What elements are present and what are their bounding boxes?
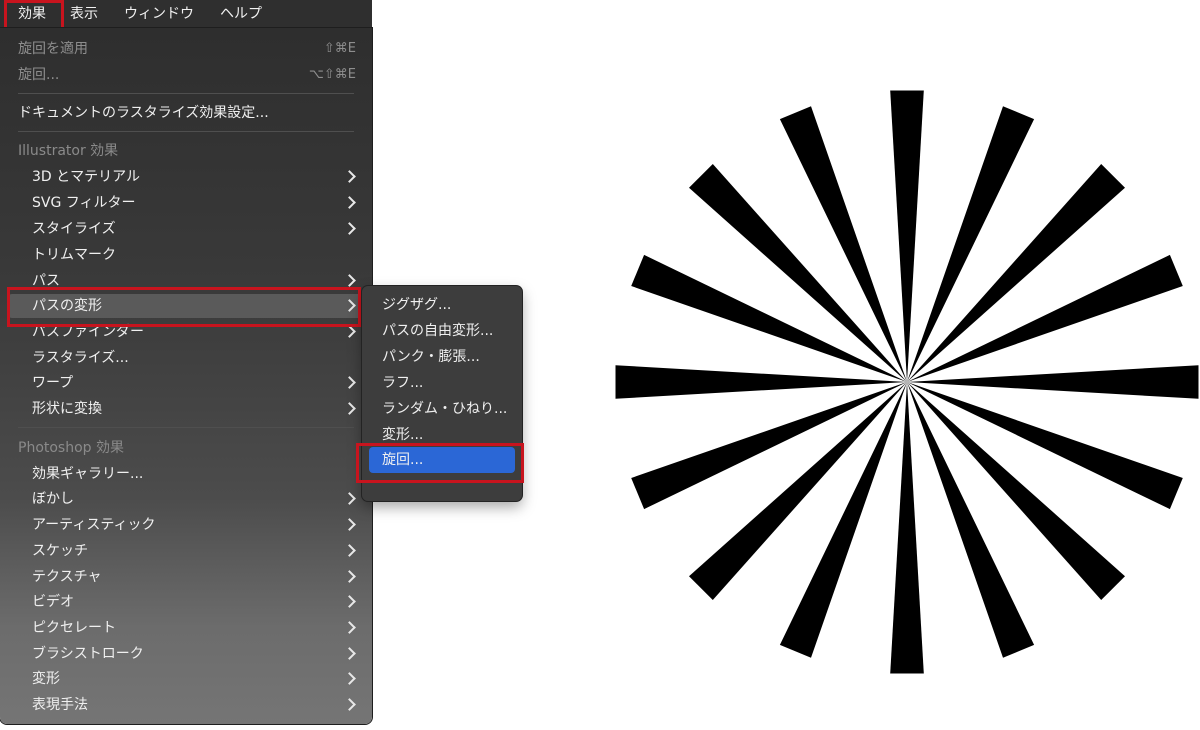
submenu-item-label: ランダム・ひねり... [382,401,508,417]
chevron-right-icon [343,595,356,608]
menubar-help[interactable]: ヘルプ [212,0,270,28]
menu-item-video[interactable]: ビデオ [0,589,372,615]
submenu-item-tweak[interactable]: ランダム・ひねり... [362,396,522,422]
menu-item-pixelate[interactable]: ピクセレート [0,615,372,641]
starburst-ray [907,382,1125,600]
chevron-right-icon [343,621,356,634]
menu-item-label: 表現手法 [32,697,88,713]
menubar-view[interactable]: 表示 [62,0,106,28]
chevron-right-icon [343,672,356,685]
menu-item-distort[interactable]: 変形 [0,666,372,692]
chevron-right-icon [343,170,356,183]
chevron-right-icon [343,402,356,415]
menu-apply-last: 旋回を適用 ⇧⌘E [0,36,372,62]
submenu-item-label: ジグザグ... [382,297,452,313]
menu-item-rasterize[interactable]: ラスタライズ... [0,345,372,371]
menu-item-label: 形状に変換 [32,401,102,417]
menu-item-3d-materials[interactable]: 3D とマテリアル [0,164,372,190]
menu-item-label: テクスチャ [32,569,102,585]
menu-item-brush-strokes[interactable]: ブラシストローク [0,641,372,667]
menu-item-label: ぼかし [32,491,74,507]
chevron-right-icon [343,274,356,287]
menu-item-label: SVG フィルター [32,195,136,211]
menu-item-warp[interactable]: ワープ [0,370,372,396]
photoshop-effects-header-label: Photoshop 効果 [18,440,125,456]
menu-item-label: スケッチ [32,543,88,559]
illustrator-effects-header: Illustrator 効果 [0,138,372,164]
menu-apply-last-shortcut: ⇧⌘E [323,41,356,56]
menu-item-label: 変形 [32,671,60,687]
chevron-right-icon [343,492,356,505]
menu-item-stylize[interactable]: スタイライズ [0,216,372,242]
menu-item-svg-filter[interactable]: SVG フィルター [0,190,372,216]
distort-transform-highlight [7,287,361,327]
twist-highlight [356,443,524,483]
submenu-item-roughen[interactable]: ラフ... [362,370,522,396]
illustrator-effects-header-label: Illustrator 効果 [18,143,119,159]
starburst-rays [615,90,1199,674]
menu-item-label: 効果ギャラリー... [32,466,144,482]
menu-item-stylize-ps[interactable]: 表現手法 [0,692,372,718]
menu-item-label: 3D とマテリアル [32,169,140,185]
chevron-right-icon [343,376,356,389]
chevron-right-icon [343,544,356,557]
menu-item-label: アーティスティック [32,517,156,533]
menu-item-convert-to-shape[interactable]: 形状に変換 [0,396,372,422]
submenu-item-free-distort[interactable]: パスの自由変形... [362,318,522,344]
submenu-item-label: ラフ... [382,375,424,391]
submenu-item-zigzag[interactable]: ジグザグ... [362,292,522,318]
menu-item-sketch[interactable]: スケッチ [0,538,372,564]
menu-item-texture[interactable]: テクスチャ [0,564,372,590]
menu-item-label: ワープ [32,375,74,391]
menu-divider [18,427,354,428]
menubar-effect-highlight [4,0,64,30]
chevron-right-icon [343,647,356,660]
menu-apply-last-label: 旋回を適用 [18,41,88,57]
starburst-artwork[interactable] [600,76,1200,676]
photoshop-effects-header: Photoshop 効果 [0,435,372,461]
starburst-ray [689,382,907,600]
menu-item-label: トリムマーク [32,247,116,263]
menu-item-label: ラスタライズ... [32,350,129,366]
menu-last-effect-label: 旋回... [18,67,60,83]
menu-item-label: ブラシストローク [32,646,144,662]
chevron-right-icon [343,196,356,209]
starburst-ray [615,365,907,399]
menu-item-label: ビデオ [32,594,74,610]
menu-divider [18,131,354,132]
menubar-window[interactable]: ウィンドウ [116,0,202,28]
starburst-ray [890,382,924,674]
starburst-ray [890,90,924,382]
menu-item-blur[interactable]: ぼかし [0,486,372,512]
effect-menu: 旋回を適用 ⇧⌘E 旋回... ⌥⇧⌘E ドキュメントのラスタライズ効果設定..… [0,28,372,724]
menu-item-trim-marks[interactable]: トリムマーク [0,242,372,268]
menu-divider [18,93,354,94]
chevron-right-icon [343,222,356,235]
starburst-ray [689,164,907,382]
chevron-right-icon [343,325,356,338]
menu-last-effect-shortcut: ⌥⇧⌘E [308,67,356,82]
starburst-ray [907,365,1199,399]
menu-doc-raster-label: ドキュメントのラスタライズ効果設定... [18,105,269,121]
menu-last-effect: 旋回... ⌥⇧⌘E [0,62,372,88]
chevron-right-icon [343,570,356,583]
starburst-ray [907,164,1125,382]
menu-item-effect-gallery[interactable]: 効果ギャラリー... [0,461,372,487]
menu-item-artistic[interactable]: アーティスティック [0,512,372,538]
chevron-right-icon [343,698,356,711]
chevron-right-icon [343,518,356,531]
menu-doc-raster-settings[interactable]: ドキュメントのラスタライズ効果設定... [0,100,372,126]
submenu-item-label: パスの自由変形... [382,323,494,339]
menu-item-label: ピクセレート [32,620,116,636]
menu-item-label: スタイライズ [32,221,116,237]
submenu-item-label: パンク・膨張... [382,349,480,365]
submenu-item-pucker-bloat[interactable]: パンク・膨張... [362,344,522,370]
